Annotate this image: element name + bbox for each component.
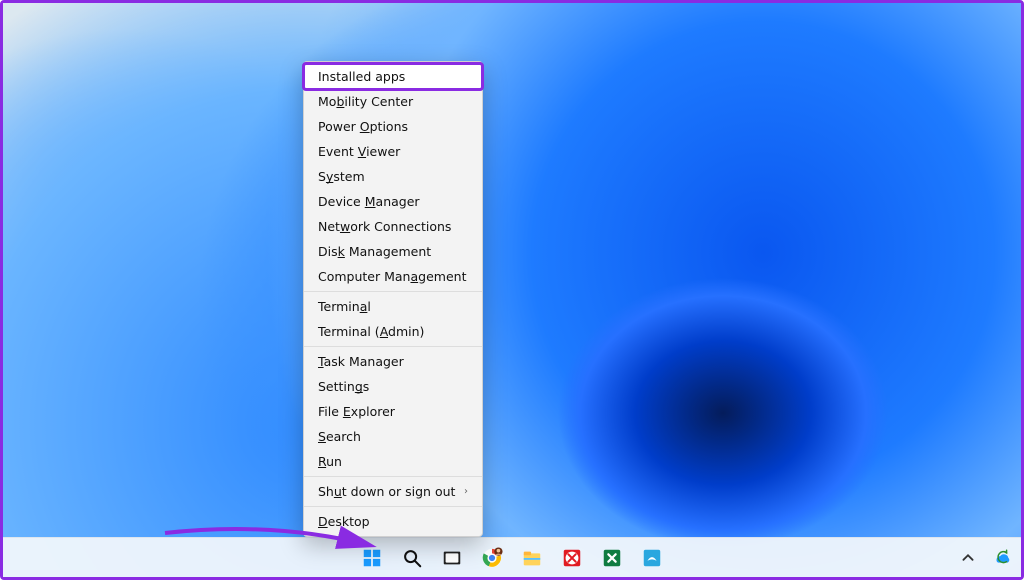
tray-chevron-up[interactable] — [957, 541, 979, 575]
menu-item-settings[interactable]: Settings — [304, 374, 482, 399]
onedrive-sync-icon — [991, 547, 1013, 569]
menu-item-label: Disk Management — [318, 244, 431, 259]
menu-item-event-viewer[interactable]: Event Viewer — [304, 139, 482, 164]
menu-item-task-manager[interactable]: Task Manager — [304, 349, 482, 374]
menu-item-shut-down-or-sign-out[interactable]: Shut down or sign out› — [304, 479, 482, 504]
edge-legacy-icon — [641, 547, 663, 569]
winx-context-menu: Installed apps Mobility Center Power Optio… — [303, 61, 483, 537]
search-icon — [401, 547, 423, 569]
menu-item-label: Shut down or sign out — [318, 484, 455, 499]
taskbar-edge-legacy[interactable] — [635, 541, 669, 575]
menu-item-network-connections[interactable]: Network Connections — [304, 214, 482, 239]
chrome-icon — [481, 547, 503, 569]
menu-item-installed-apps[interactable]: Installed apps — [304, 64, 482, 89]
menu-item-label: File Explorer — [318, 404, 395, 419]
menu-item-label: Search — [318, 429, 361, 444]
taskbar-excel[interactable] — [595, 541, 629, 575]
menu-separator — [304, 506, 482, 507]
canada-post-icon — [561, 547, 583, 569]
menu-separator — [304, 291, 482, 292]
menu-item-search[interactable]: Search — [304, 424, 482, 449]
menu-item-terminal-admin[interactable]: Terminal (Admin) — [304, 319, 482, 344]
taskbar-chrome[interactable] — [475, 541, 509, 575]
taskbar-canada-post[interactable] — [555, 541, 589, 575]
file-explorer-icon — [521, 547, 543, 569]
menu-item-device-manager[interactable]: Device Manager — [304, 189, 482, 214]
excel-icon — [601, 547, 623, 569]
menu-item-mobility-center[interactable]: Mobility Center — [304, 89, 482, 114]
taskbar — [3, 537, 1021, 577]
menu-item-label: Task Manager — [318, 354, 404, 369]
menu-item-label: Settings — [318, 379, 369, 394]
menu-item-label: Network Connections — [318, 219, 451, 234]
menu-item-label: Terminal — [318, 299, 371, 314]
tray-onedrive-sync[interactable] — [991, 541, 1013, 575]
menu-item-label: Power Options — [318, 119, 408, 134]
menu-item-disk-management[interactable]: Disk Management — [304, 239, 482, 264]
menu-item-label: Terminal (Admin) — [318, 324, 424, 339]
menu-item-label: Installed apps — [318, 69, 405, 84]
desktop[interactable]: Installed apps Mobility Center Power Optio… — [0, 0, 1024, 580]
taskbar-file-explorer[interactable] — [515, 541, 549, 575]
menu-item-power-options[interactable]: Power Options — [304, 114, 482, 139]
menu-item-label: Device Manager — [318, 194, 420, 209]
chevron-right-icon: › — [456, 486, 468, 497]
hint-arrow — [163, 519, 383, 559]
taskbar-search[interactable] — [395, 541, 429, 575]
menu-item-system[interactable]: System — [304, 164, 482, 189]
menu-item-computer-management[interactable]: Computer Management — [304, 264, 482, 289]
menu-item-label: System — [318, 169, 365, 184]
menu-item-run[interactable]: Run — [304, 449, 482, 474]
menu-item-label: Event Viewer — [318, 144, 400, 159]
menu-item-label: Mobility Center — [318, 94, 413, 109]
menu-separator — [304, 346, 482, 347]
menu-item-terminal[interactable]: Terminal — [304, 294, 482, 319]
task-view-icon — [441, 547, 463, 569]
menu-item-label: Computer Management — [318, 269, 466, 284]
menu-item-label: Run — [318, 454, 342, 469]
chevron-up-icon — [957, 547, 979, 569]
wallpaper-bloom — [3, 3, 1021, 577]
taskbar-task-view[interactable] — [435, 541, 469, 575]
menu-separator — [304, 476, 482, 477]
menu-item-file-explorer[interactable]: File Explorer — [304, 399, 482, 424]
